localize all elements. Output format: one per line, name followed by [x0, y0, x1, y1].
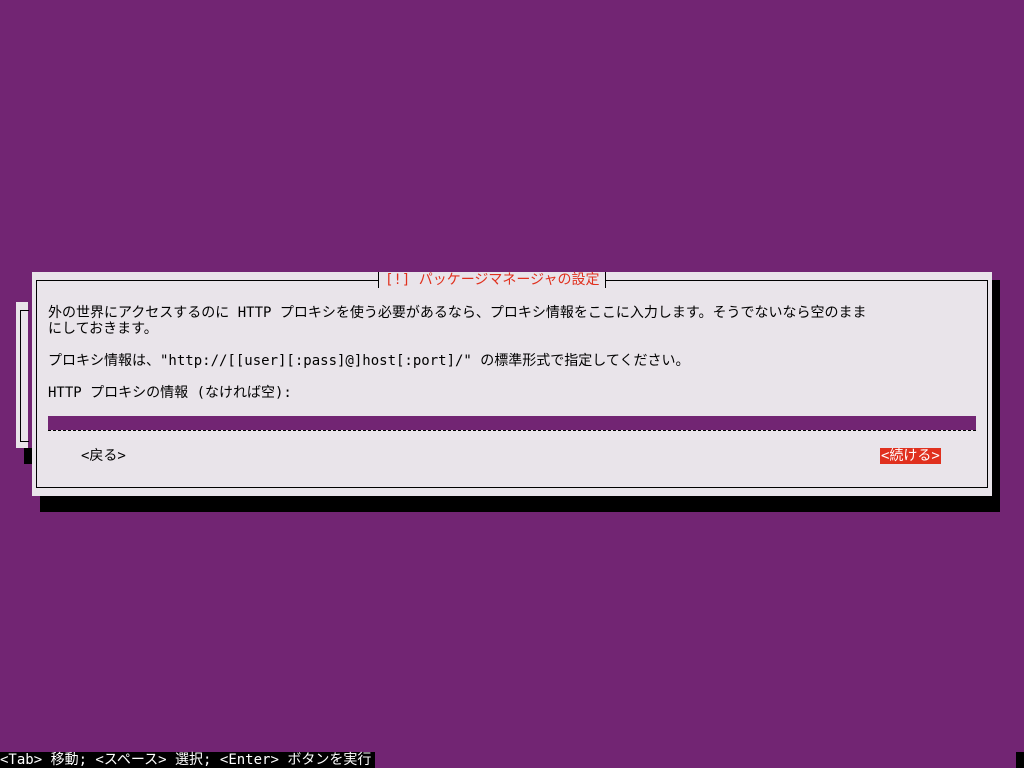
- continue-button[interactable]: <続ける>: [880, 448, 941, 464]
- format-hint-text: プロキシ情報は、"http://[[user][:pass]@]host[:po…: [48, 353, 690, 369]
- background-dialog-shadow: [24, 448, 32, 464]
- description-text-line2: にしておきます。: [48, 321, 158, 337]
- dialog-title: [!] パッケージマネージャの設定: [378, 272, 607, 288]
- background-dialog-frame: [20, 310, 29, 442]
- statusbar-corner-block: [1016, 752, 1024, 768]
- keyboard-help-statusbar: <Tab> 移動; <スペース> 選択; <Enter> ボタンを実行: [0, 752, 376, 768]
- proxy-field-label: HTTP プロキシの情報 (なければ空):: [48, 385, 292, 401]
- package-manager-dialog: [!] パッケージマネージャの設定 外の世界にアクセスするのに HTTP プロキ…: [32, 272, 992, 496]
- http-proxy-input[interactable]: [48, 416, 976, 430]
- input-underline: [48, 430, 976, 431]
- description-text-line1: 外の世界にアクセスするのに HTTP プロキシを使う必要があるなら、プロキシ情報…: [48, 305, 867, 321]
- background-dialog: [16, 302, 29, 448]
- back-button[interactable]: <戻る>: [80, 448, 127, 464]
